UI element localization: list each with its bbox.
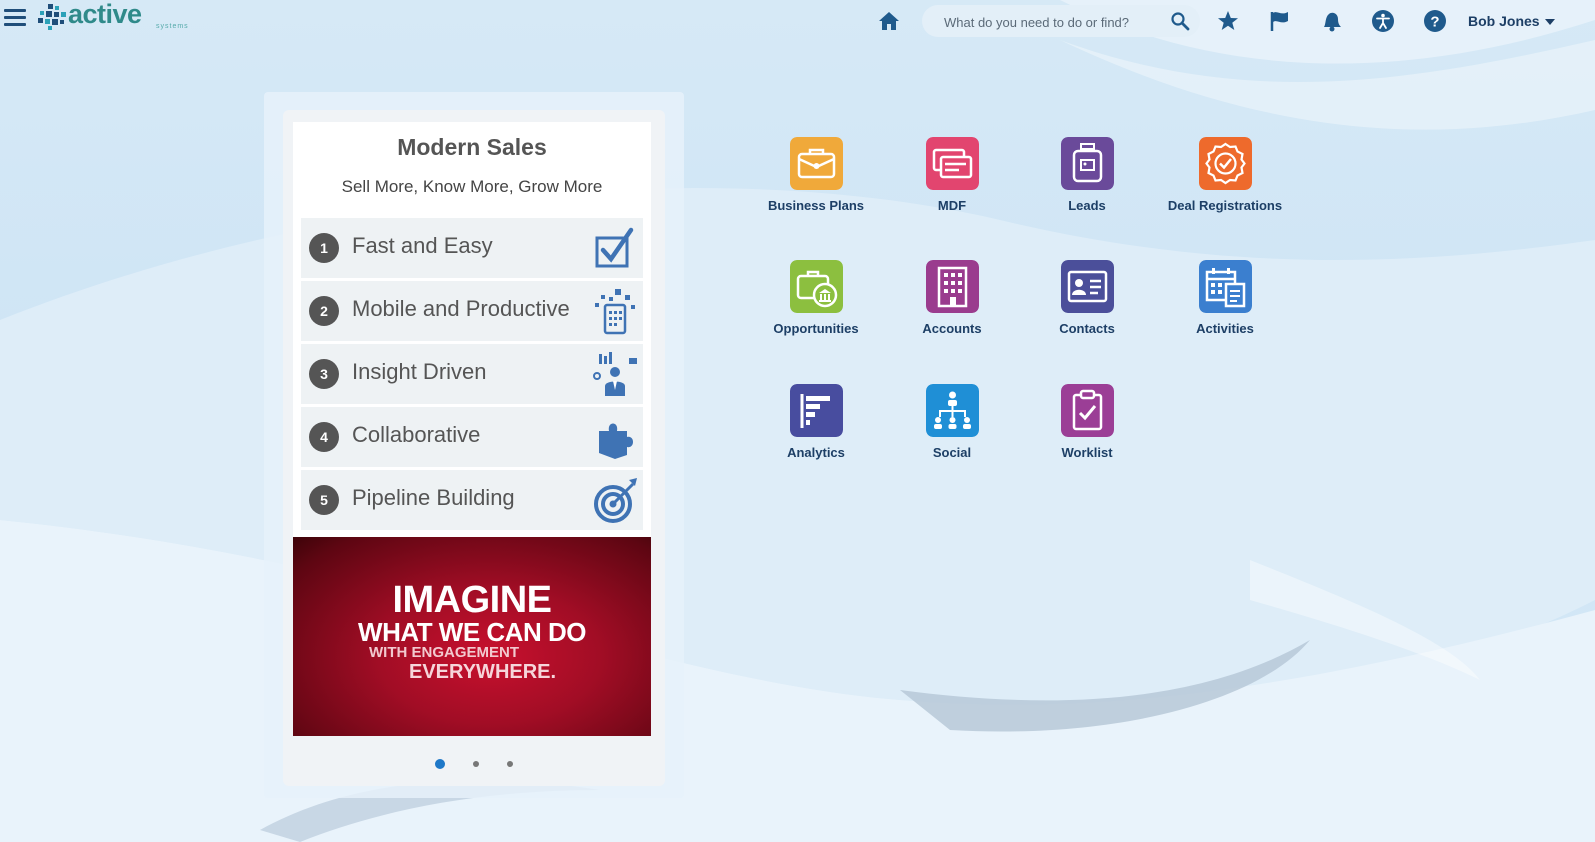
- tile-label: MDF: [937, 198, 967, 213]
- checkbox-check-icon: [595, 227, 634, 268]
- tile-label: Activities: [1196, 321, 1254, 336]
- search-box: [922, 5, 1200, 37]
- promo-line-1: IMAGINE: [392, 579, 552, 621]
- top-header: active systems ? Bob Jones: [0, 0, 1595, 44]
- item-label: Collaborative: [352, 422, 481, 447]
- tile-deal-registrations[interactable]: Deal Registrations: [1160, 137, 1290, 247]
- item-number: 4: [309, 422, 339, 452]
- item-label: Insight Driven: [352, 359, 487, 384]
- tile-contacts[interactable]: Contacts: [1022, 260, 1152, 370]
- accessibility-icon[interactable]: [1370, 8, 1396, 34]
- tile-label: Accounts: [922, 321, 982, 336]
- tile-business-plans[interactable]: Business Plans: [751, 137, 881, 247]
- list-item: 2 Mobile and Productive: [301, 281, 643, 341]
- list-item: 4 Collaborative: [301, 407, 643, 467]
- item-label: Pipeline Building: [352, 485, 515, 510]
- promo-line-3: WITH ENGAGEMENT: [369, 644, 519, 661]
- flag-icon[interactable]: [1267, 8, 1293, 34]
- item-label: Mobile and Productive: [352, 296, 570, 321]
- building-icon: [926, 260, 979, 313]
- tile-label: Deal Registrations: [1167, 198, 1283, 213]
- briefcase-icon: [790, 137, 843, 190]
- tile-accounts[interactable]: Accounts: [887, 260, 1017, 370]
- home-icon[interactable]: [876, 8, 902, 34]
- brand-name: active: [68, 0, 142, 29]
- jar-icon: [1061, 137, 1114, 190]
- network-icon: [926, 384, 979, 437]
- cards-icon: [926, 137, 979, 190]
- item-number: 1: [309, 233, 339, 263]
- help-icon[interactable]: ?: [1422, 8, 1448, 34]
- tile-mdf[interactable]: MDF: [887, 137, 1017, 247]
- tile-label: Analytics: [787, 445, 845, 460]
- mobile-device-icon: [595, 289, 635, 335]
- tile-opportunities[interactable]: Opportunities: [751, 260, 881, 370]
- user-name: Bob Jones: [1468, 13, 1540, 29]
- item-number: 3: [309, 359, 339, 389]
- tile-activities[interactable]: Activities: [1160, 260, 1290, 370]
- pager-dot-2[interactable]: [473, 760, 479, 767]
- star-icon[interactable]: [1215, 8, 1241, 34]
- promo-banner[interactable]: IMAGINE WHAT WE CAN DO WITH ENGAGEMENT E…: [293, 537, 651, 736]
- logo-mark-icon: [38, 4, 66, 30]
- tile-leads[interactable]: Leads: [1022, 137, 1152, 247]
- insight-person-icon: [593, 352, 637, 396]
- bank-icon: [790, 260, 843, 313]
- list-item: 5 Pipeline Building: [301, 470, 643, 530]
- promo-line-4: EVERYWHERE.: [409, 661, 557, 683]
- badge-icon: [1199, 137, 1252, 190]
- tile-label: Social: [932, 445, 972, 460]
- user-menu[interactable]: Bob Jones: [1468, 13, 1555, 29]
- tile-worklist[interactable]: Worklist: [1022, 384, 1152, 494]
- brand-subtitle: systems: [156, 23, 189, 30]
- list-item: 1 Fast and Easy: [301, 218, 643, 278]
- calendar-icon: [1199, 260, 1252, 313]
- carousel-slide[interactable]: Modern Sales Sell More, Know More, Grow …: [293, 122, 651, 736]
- menu-icon[interactable]: [4, 9, 26, 27]
- clipboard-icon: [1061, 384, 1114, 437]
- item-label: Fast and Easy: [352, 233, 493, 258]
- slide-subtitle: Sell More, Know More, Grow More: [341, 177, 603, 196]
- id-card-icon: [1061, 260, 1114, 313]
- pager-dot-3[interactable]: [507, 760, 513, 767]
- logo[interactable]: active systems: [38, 0, 188, 35]
- pager-dot-1[interactable]: [435, 758, 445, 769]
- item-number: 5: [309, 485, 339, 515]
- tile-analytics[interactable]: Analytics: [751, 384, 881, 494]
- tile-label: Worklist: [1061, 445, 1113, 460]
- tile-label: Leads: [1068, 198, 1106, 213]
- target-icon: [594, 478, 637, 523]
- slide-title: Modern Sales: [397, 134, 547, 160]
- tile-label: Contacts: [1059, 321, 1115, 336]
- feature-list: 1 Fast and Easy 2 Mobile and Productive …: [301, 218, 643, 533]
- bell-icon[interactable]: [1318, 8, 1344, 34]
- tile-social[interactable]: Social: [887, 384, 1017, 494]
- chevron-down-icon: [1544, 19, 1555, 26]
- chart-icon: [790, 384, 843, 437]
- svg-text:?: ?: [1430, 14, 1439, 31]
- search-input[interactable]: [942, 11, 1166, 33]
- list-item: 3 Insight Driven: [301, 344, 643, 404]
- search-icon[interactable]: [1170, 11, 1190, 31]
- tile-label: Business Plans: [767, 198, 865, 213]
- tile-label: Opportunities: [773, 321, 859, 336]
- carousel-pager: [283, 755, 665, 769]
- item-number: 2: [309, 296, 339, 326]
- puzzle-piece-icon: [599, 423, 633, 459]
